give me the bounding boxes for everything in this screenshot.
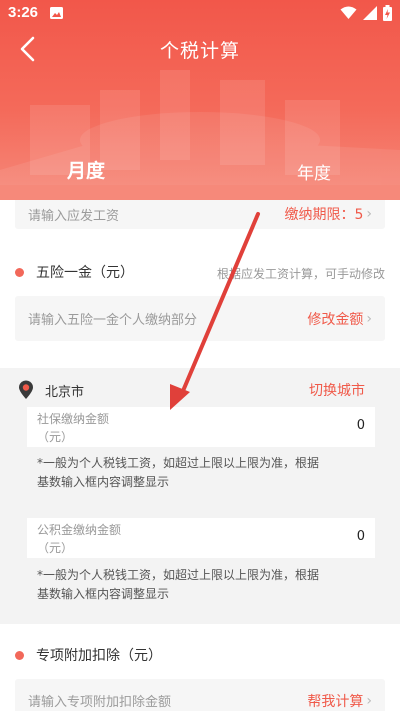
modify-amount-button[interactable]: 修改金额 ›: [307, 309, 372, 329]
social-security-label-line2: （元）: [37, 430, 74, 444]
help-calculate-label: 帮我计算: [307, 693, 364, 710]
housing-fund-field[interactable]: 公积金缴纳金额 （元） 0: [27, 518, 375, 558]
special-deduction-section-label: 专项附加扣除（元）: [15, 643, 162, 667]
insurance-label: 五险一金（元）: [36, 265, 134, 281]
tab-month[interactable]: 月度: [67, 156, 105, 183]
payment-period-selector[interactable]: 缴纳期限：5 ›: [284, 204, 372, 224]
housing-fund-note-line1: *一般为个人税钱工资，如超过上限以上限为准，根据: [37, 568, 320, 582]
insurance-section-label: 五险一金（元）: [15, 260, 134, 284]
status-icons: [340, 5, 392, 21]
special-deduction-label: 专项附加扣除（元）: [36, 648, 162, 664]
city-location: 北京市: [18, 378, 84, 402]
wifi-icon: [340, 6, 357, 19]
social-security-label: 社保缴纳金额 （元）: [37, 410, 109, 446]
social-security-note-line1: *一般为个人税钱工资，如超过上限以上限为准，根据: [37, 456, 320, 470]
switch-city-button[interactable]: 切换城市: [309, 380, 365, 400]
help-calculate-button[interactable]: 帮我计算 ›: [307, 691, 372, 711]
chevron-right-icon: ›: [366, 310, 372, 327]
chevron-right-icon: ›: [366, 206, 372, 222]
status-bar: 3:26: [0, 0, 400, 26]
social-security-note-line2: 基数输入框内容调整显示: [37, 475, 170, 489]
housing-fund-label: 公积金缴纳金额 （元）: [37, 521, 121, 557]
modify-amount-label: 修改金额: [307, 311, 364, 328]
social-security-note: *一般为个人税钱工资，如超过上限以上限为准，根据 基数输入框内容调整显示: [37, 454, 367, 492]
housing-fund-label-line1: 公积金缴纳金额: [37, 523, 122, 537]
social-security-value[interactable]: 0: [357, 418, 365, 433]
housing-fund-note: *一般为个人税钱工资，如超过上限以上限为准，根据 基数输入框内容调整显示: [37, 566, 367, 604]
housing-fund-note-line2: 基数输入框内容调整显示: [37, 587, 170, 601]
tab-year[interactable]: 年度: [297, 159, 331, 184]
image-notification-icon: [50, 7, 63, 19]
status-time: 3:26: [8, 4, 39, 21]
section-dot: [15, 650, 24, 660]
city-name: 北京市: [45, 384, 85, 400]
insurance-input-placeholder[interactable]: 请输入五险一金个人缴纳部分: [28, 309, 197, 328]
housing-fund-label-line2: （元）: [37, 541, 74, 555]
section-dot: [15, 267, 24, 277]
salary-input-placeholder[interactable]: 请输入应发工资: [28, 205, 119, 224]
special-deduction-placeholder[interactable]: 请输入专项附加扣除金额: [28, 691, 171, 710]
housing-fund-value[interactable]: 0: [357, 529, 365, 544]
social-security-field[interactable]: 社保缴纳金额 （元） 0: [27, 407, 375, 447]
location-pin-icon: [19, 380, 33, 399]
header: 3:26 个税计算 月度 年度: [0, 0, 400, 200]
special-deduction-input-row[interactable]: 请输入专项附加扣除金额 帮我计算 ›: [15, 679, 385, 711]
social-security-label-line1: 社保缴纳金额: [37, 412, 110, 426]
chevron-right-icon: ›: [366, 692, 372, 709]
battery-charging-icon: [383, 5, 392, 21]
tabs-overlap: [0, 185, 400, 200]
insurance-input-row[interactable]: 请输入五险一金个人缴纳部分 修改金额 ›: [15, 296, 385, 341]
signal-icon: [363, 6, 377, 20]
insurance-hint: 根据应发工资计算，可手动修改: [216, 267, 385, 281]
payment-period-label: 缴纳期限：5: [284, 207, 364, 223]
page-title: 个税计算: [159, 40, 240, 62]
